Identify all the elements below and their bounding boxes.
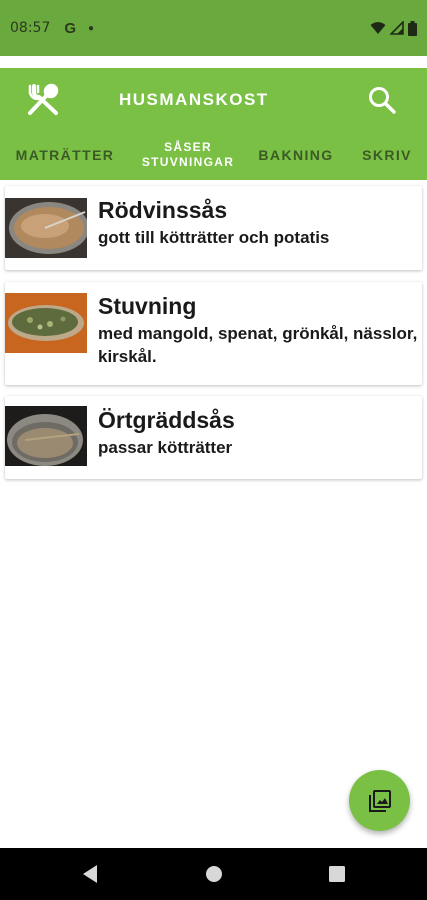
- gallery-icon: [368, 789, 391, 812]
- tab-saser-stuvningar[interactable]: SÅSER STUVNINGAR: [133, 130, 243, 180]
- recipe-photo: [5, 198, 87, 258]
- google-icon: G: [64, 19, 77, 37]
- utensils-icon[interactable]: [26, 82, 62, 116]
- recipe-name: Stuvning: [98, 293, 197, 319]
- battery-icon: [408, 20, 417, 36]
- app-title: HUSMANSKOST: [119, 90, 269, 109]
- notification-dot-icon: ●: [88, 22, 95, 34]
- wifi-icon: [370, 22, 386, 34]
- list-item[interactable]: Stuvning med mangold, spenat, grönkål, n…: [5, 282, 422, 385]
- tab-bar: MATRÄTTER SÅSER STUVNINGAR BAKNING SKRIV: [0, 130, 427, 180]
- tab-label: MATRÄTTER: [15, 147, 115, 163]
- tab-label: SKRIV: [362, 147, 412, 163]
- recipe-name: Rödvinssås: [98, 197, 228, 223]
- list-item[interactable]: Örtgräddsås passar kötträtter: [5, 396, 422, 479]
- recipe-description: med mangold, spenat, grönkål, nässlor, k…: [98, 324, 418, 366]
- recipe-name: Örtgräddsås: [98, 407, 235, 433]
- home-icon[interactable]: [205, 865, 223, 883]
- list-item[interactable]: Rödvinssås gott till kötträtter och pota…: [5, 186, 422, 270]
- tab-bakning[interactable]: BAKNING: [250, 130, 342, 180]
- tab-label-line2: STUVNINGAR: [141, 155, 235, 169]
- recipe-description: passar kötträtter: [98, 438, 233, 457]
- status-bar: 08:57 G ●: [0, 0, 427, 56]
- recipe-description: gott till kötträtter och potatis: [98, 228, 330, 247]
- navigation-bar: [0, 848, 427, 900]
- tab-skriv[interactable]: SKRIV: [352, 130, 422, 180]
- search-icon[interactable]: [366, 84, 398, 116]
- gallery-button[interactable]: [349, 770, 410, 831]
- back-icon[interactable]: [81, 864, 99, 884]
- tab-label-line1: SÅSER: [164, 140, 212, 154]
- tab-label: BAKNING: [258, 147, 334, 163]
- app-bar: HUSMANSKOST: [0, 68, 427, 130]
- tab-matratter[interactable]: MATRÄTTER: [0, 130, 130, 180]
- recipe-photo: [5, 406, 87, 466]
- status-time: 08:57: [10, 20, 51, 36]
- recents-icon[interactable]: [329, 866, 345, 882]
- signal-icon: [390, 21, 404, 35]
- recipe-photo: [5, 293, 87, 353]
